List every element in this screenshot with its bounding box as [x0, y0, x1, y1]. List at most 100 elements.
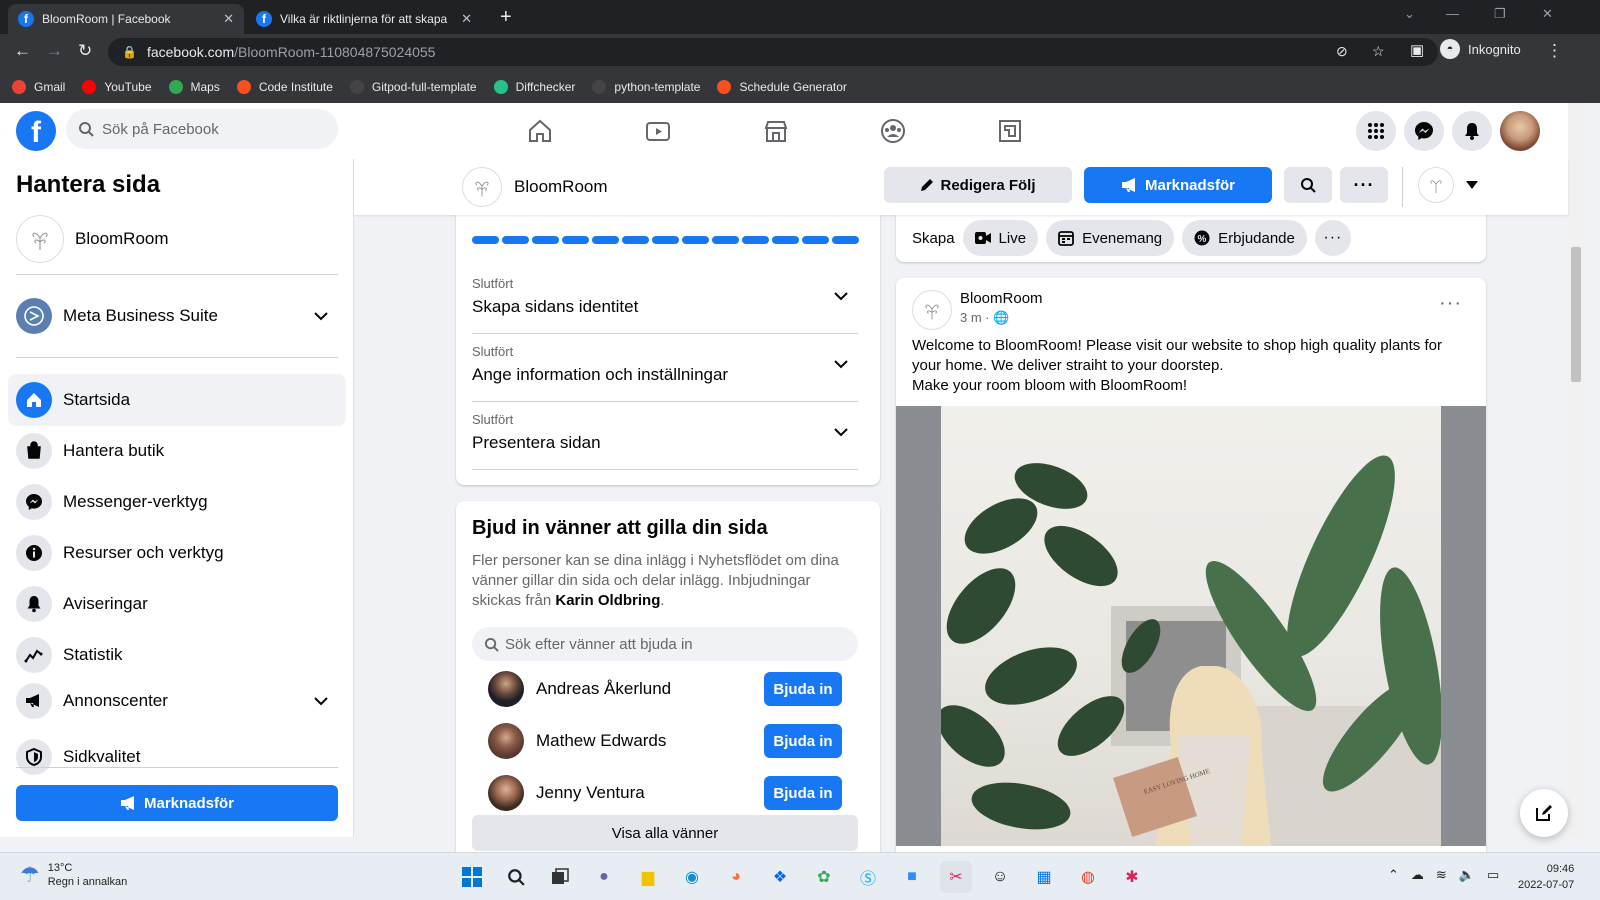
chrome-icon[interactable]: ◍ — [1072, 861, 1104, 893]
incognito-profile[interactable]: ◓ Inkognito — [1440, 39, 1521, 59]
new-message-button[interactable] — [1520, 789, 1568, 837]
bookmark-item[interactable]: python-template — [592, 79, 700, 94]
watch-nav-icon[interactable] — [642, 115, 674, 147]
invite-friend-button[interactable]: Bjuda in — [764, 776, 842, 810]
invite-friend-button[interactable]: Bjuda in — [764, 724, 842, 758]
edit-follow-button[interactable]: Redigera Följ — [884, 167, 1072, 203]
bookmark-item[interactable]: Schedule Generator — [717, 79, 847, 94]
store-icon[interactable]: ▦ — [1028, 861, 1060, 893]
invite-friend-button[interactable]: Bjuda in — [764, 672, 842, 706]
gaming-nav-icon[interactable] — [994, 115, 1026, 147]
new-tab-button[interactable]: + — [500, 6, 512, 29]
sidebar-item-shield[interactable]: Sidkvalitet — [8, 731, 346, 783]
maps-app-icon[interactable]: ✿ — [808, 861, 840, 893]
show-all-friends-button[interactable]: Visa alla vänner — [472, 815, 858, 851]
facebook-logo-icon[interactable]: f — [16, 111, 56, 151]
more-create-options-button[interactable]: ··· — [1314, 220, 1351, 256]
sidebar-item-shopping-bag[interactable]: Hantera butik — [8, 425, 346, 477]
sidebar-item-megaphone[interactable]: Annonscenter — [8, 675, 346, 727]
invite-search-input[interactable]: Sök efter vänner att bjuda in — [472, 627, 858, 661]
sidebar-promote-button[interactable]: Marknadsför — [16, 785, 338, 821]
menu-grid-icon[interactable] — [1356, 111, 1396, 151]
sidebar-item-info[interactable]: Resurser och verktyg — [8, 527, 346, 579]
home-nav-icon[interactable] — [524, 115, 556, 147]
clock[interactable]: 09:46 2022-07-07 — [1518, 861, 1574, 893]
dropbox-icon[interactable]: ❖ — [764, 861, 796, 893]
post-image[interactable]: EASY LOVING HOME — [896, 406, 1486, 846]
live-button[interactable]: Live — [962, 220, 1039, 256]
file-explorer-icon[interactable]: ▆ — [632, 861, 664, 893]
teams-chat-icon[interactable]: ● — [588, 861, 620, 893]
search-icon[interactable] — [500, 861, 532, 893]
offer-button[interactable]: % Erbjudande — [1182, 220, 1307, 256]
groups-nav-icon[interactable] — [877, 115, 909, 147]
emoji-app-icon[interactable]: ☺ — [984, 861, 1016, 893]
notifications-bell-icon[interactable] — [1452, 111, 1492, 151]
progress-segment — [802, 236, 829, 244]
facebook-search-input[interactable]: Sök på Facebook — [66, 109, 338, 149]
profile-avatar[interactable] — [1500, 111, 1540, 151]
star-icon[interactable]: ☆ — [1372, 43, 1385, 60]
minimize-button[interactable]: — — [1446, 6, 1459, 21]
volume-icon[interactable]: 🔈 — [1459, 867, 1475, 883]
edge-icon[interactable]: ◉ — [676, 861, 708, 893]
side-panel-icon[interactable]: ▣ — [1410, 41, 1424, 59]
tab-search-icon[interactable]: ⌄ — [1404, 6, 1415, 22]
zoom-icon[interactable]: ■ — [896, 861, 928, 893]
page-promote-button[interactable]: Marknadsför — [1084, 167, 1272, 203]
battery-icon[interactable]: ▭ — [1487, 867, 1499, 883]
scrollbar-thumb[interactable] — [1571, 247, 1581, 382]
back-button[interactable]: ← — [14, 41, 31, 61]
eye-off-icon[interactable]: ⊘ — [1336, 43, 1348, 60]
firefox-icon[interactable]: ◕ — [720, 861, 752, 893]
bookmark-item[interactable]: Diffchecker — [493, 79, 575, 94]
bookmark-item[interactable]: YouTube — [82, 79, 152, 94]
sidebar-item-chart[interactable]: Statistik — [8, 629, 346, 681]
more-options-button[interactable]: ··· — [1340, 167, 1388, 203]
tab-bloomroom[interactable]: f BloomRoom | Facebook ✕ — [8, 4, 244, 34]
page-scrollbar[interactable] — [1568, 103, 1584, 837]
sidebar-page-link[interactable]: BloomRoom — [16, 215, 169, 263]
chevron-down-icon[interactable] — [314, 308, 328, 324]
post-options-button[interactable]: ··· — [1439, 292, 1462, 315]
page-switcher[interactable] — [1418, 167, 1478, 203]
reload-button[interactable]: ↻ — [78, 41, 92, 61]
close-tab-icon[interactable]: ✕ — [461, 11, 472, 27]
address-bar[interactable]: 🔒 facebook.com/BloomRoom-110804875024055… — [108, 38, 1438, 66]
windows-start-icon[interactable] — [456, 861, 488, 893]
close-tab-icon[interactable]: ✕ — [223, 11, 234, 27]
wifi-icon[interactable]: ≋ — [1436, 867, 1447, 883]
bookmark-item[interactable]: Gmail — [12, 79, 65, 94]
forward-button[interactable]: → — [46, 41, 63, 61]
onedrive-icon[interactable]: ☁ — [1411, 867, 1424, 883]
setup-step[interactable]: Slutfört Skapa sidans identitet — [472, 276, 858, 334]
tab-guidelines[interactable]: f Vilka är riktlinjerna för att skapa ✕ — [246, 4, 482, 34]
page-bar-identity[interactable]: BloomRoom — [462, 167, 608, 207]
weather-widget[interactable]: ☂ 13°C Regn i annalkan — [20, 861, 127, 889]
sidebar-item-business-suite[interactable]: Meta Business Suite — [8, 290, 346, 342]
bookmark-item[interactable]: Code Institute — [236, 79, 333, 94]
page-search-button[interactable] — [1284, 167, 1332, 203]
close-window-button[interactable]: ✕ — [1542, 6, 1553, 22]
sidebar-item-home[interactable]: Startsida — [8, 374, 346, 426]
bookmark-item[interactable]: Maps — [168, 79, 220, 94]
bloomroom-logo-icon[interactable] — [912, 290, 952, 330]
menu-icon[interactable]: ⋮ — [1546, 41, 1563, 61]
task-view-icon[interactable] — [544, 861, 576, 893]
snipping-tool-icon[interactable]: ✂ — [940, 861, 972, 893]
chevron-down-icon[interactable] — [314, 693, 328, 709]
marketplace-nav-icon[interactable] — [760, 115, 792, 147]
tray-chevron-icon[interactable]: ⌃ — [1388, 867, 1399, 883]
setup-step[interactable]: Slutfört Ange information och inställnin… — [472, 344, 858, 402]
bookmark-item[interactable]: Gitpod-full-template — [349, 79, 477, 94]
event-button[interactable]: Evenemang — [1046, 220, 1175, 256]
sidebar-item-messenger[interactable]: Messenger-verktyg — [8, 476, 346, 528]
messenger-icon[interactable] — [1404, 111, 1444, 151]
sidebar-item-bell[interactable]: Aviseringar — [8, 578, 346, 630]
post-time[interactable]: 3 m · — [960, 310, 990, 325]
restore-button[interactable]: ❐ — [1494, 6, 1506, 22]
post-author[interactable]: BloomRoom — [960, 290, 1043, 307]
slack-icon[interactable]: ✱ — [1116, 861, 1148, 893]
skype-icon[interactable]: Ⓢ — [852, 861, 884, 893]
setup-step[interactable]: Slutfört Presentera sidan — [472, 412, 858, 470]
